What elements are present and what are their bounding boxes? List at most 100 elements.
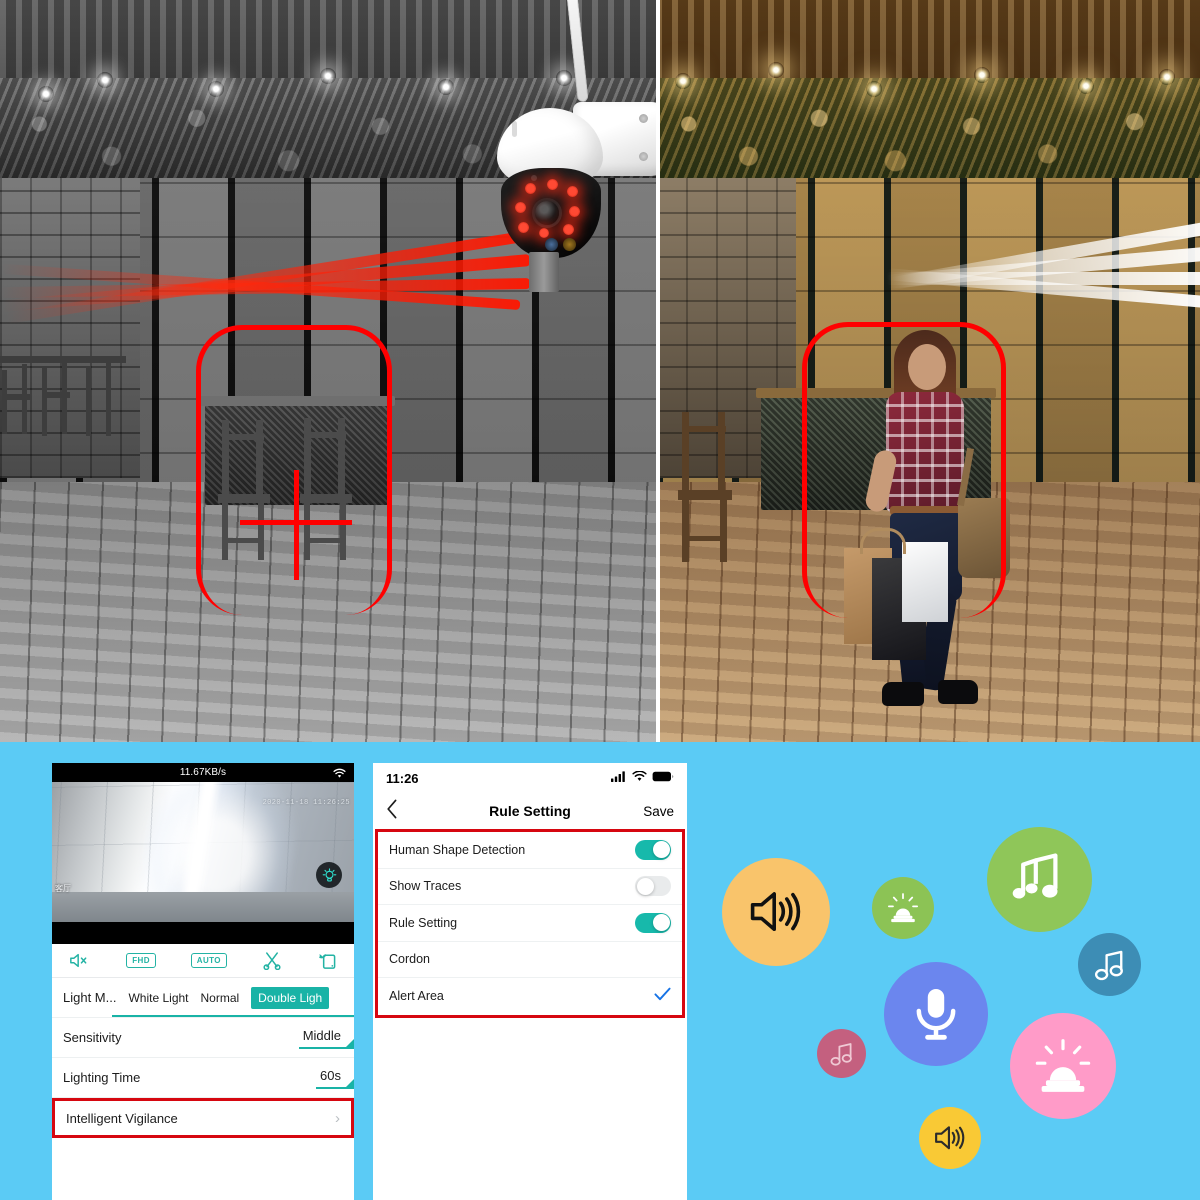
rule-control (635, 876, 671, 897)
phone-b-nav-bar: Rule Setting Save (373, 793, 687, 829)
camera-lens (535, 201, 559, 225)
siren-small-green (872, 877, 934, 939)
phone-screenshot-rule-setting: 11:26 Rule Setting Save Human Shape Dete… (373, 763, 687, 1200)
photo-divider (656, 0, 660, 742)
music-note-icon (829, 1041, 855, 1067)
phone-a-blank-tail (52, 1138, 354, 1164)
wifi-icon (632, 769, 647, 787)
setting-row-sensitivity[interactable]: Sensitivity Middle (52, 1018, 354, 1058)
camera-antenna (564, 0, 589, 103)
phone-screenshot-live-view: 11.67KB/s 2020-11-18 11:26:25 客厅 FHD AUT… (52, 763, 354, 1200)
light-mode-label: Light M... (63, 990, 117, 1005)
scene-color (656, 0, 1200, 742)
rule-row-alert-area[interactable]: Alert Area (378, 978, 682, 1015)
speaker-icon (934, 1125, 966, 1151)
night-vision-scene (0, 0, 656, 742)
rule-row-human-shape-detection[interactable]: Human Shape Detection (378, 832, 682, 869)
rule-label: Alert Area (389, 989, 444, 1004)
detection-zone-outline (802, 322, 1006, 618)
auto-mode-label: AUTO (190, 953, 227, 968)
signal-bars-icon (611, 769, 627, 787)
rule-row-show-traces[interactable]: Show Traces (378, 868, 682, 905)
dropdown-corner-icon (344, 1073, 354, 1089)
toggle-show-traces[interactable] (635, 876, 671, 897)
osd-room-label: 客厅 (55, 884, 71, 893)
lighting-time-value: 60s (320, 1067, 341, 1083)
light-mode-option-white[interactable]: White Light (128, 991, 188, 1005)
osd-timestamp: 2020-11-18 11:26:25 (262, 799, 350, 807)
siren-icon (887, 893, 919, 923)
rule-list-highlight-frame: Human Shape Detection Show Traces Rule S… (375, 829, 685, 1018)
chevron-right-icon: › (335, 1109, 340, 1127)
phone-a-status-bar: 11.67KB/s (52, 763, 354, 782)
rule-row-cordon[interactable]: Cordon (378, 941, 682, 978)
rule-label: Rule Setting (389, 915, 458, 930)
status-clock: 11:26 (386, 770, 419, 786)
lighting-time-label: Lighting Time (63, 1070, 141, 1085)
scissors-icon[interactable] (262, 948, 282, 974)
zone-crosshair-marker (240, 470, 352, 580)
auto-mode-badge[interactable]: AUTO (190, 948, 227, 974)
video-letterbox (52, 922, 354, 944)
intelligent-vigilance-label: Intelligent Vigilance (66, 1110, 178, 1126)
person-boot-front (938, 680, 978, 704)
rotate-flip-icon[interactable] (317, 948, 337, 974)
speaker-icon (749, 890, 803, 933)
setting-row-light-mode[interactable]: Light M... White Light Normal Double Lig… (52, 978, 354, 1018)
microphone-large-blue (884, 962, 988, 1066)
rule-control (635, 912, 671, 933)
music-note-icon (1093, 948, 1127, 982)
sensitivity-value-wrap[interactable]: Middle (298, 1027, 354, 1049)
resolution-badge-fhd[interactable]: FHD (126, 948, 156, 974)
setting-row-intelligent-vigilance[interactable]: Intelligent Vigilance › (52, 1098, 354, 1138)
setting-row-lighting-time[interactable]: Lighting Time 60s (52, 1058, 354, 1098)
rule-row-rule-setting[interactable]: Rule Setting (378, 905, 682, 942)
check-icon (654, 987, 671, 1006)
siren-large-pink (1010, 1013, 1116, 1119)
floor-edge (52, 892, 354, 922)
phone-b-body: 11:26 Rule Setting Save Human Shape Dete… (373, 763, 687, 1200)
scene-night (0, 0, 656, 742)
music-notes-icon (1012, 852, 1068, 908)
feature-bubble-cluster (700, 820, 1200, 1200)
toggle-rule-setting[interactable] (635, 912, 671, 933)
full-color-night-scene (656, 0, 1200, 742)
phone-b-status-bar: 11:26 (373, 763, 687, 793)
music-note-small-maroon (817, 1029, 866, 1078)
battery-icon (652, 769, 674, 787)
rule-label: Show Traces (389, 879, 462, 894)
rule-control (654, 987, 671, 1006)
person-boot-back (882, 682, 924, 706)
data-rate-label: 11.67KB/s (179, 767, 227, 778)
speaker-large-orange (722, 858, 830, 966)
product-photo-strip (0, 0, 1200, 742)
toggle-human-shape-detection[interactable] (635, 839, 671, 860)
dropdown-corner-icon (344, 1033, 354, 1049)
bar-stool (678, 412, 732, 562)
speaker-mute-icon[interactable] (69, 948, 91, 974)
rule-control (635, 839, 671, 860)
lighting-time-value-wrap[interactable]: 60s (316, 1067, 354, 1089)
page-title: Rule Setting (489, 803, 571, 819)
light-mode-option-normal[interactable]: Normal (201, 991, 240, 1005)
live-video-feed[interactable]: 2020-11-18 11:26:25 客厅 (52, 782, 354, 922)
save-button[interactable]: Save (643, 804, 674, 819)
app-ui-showcase-panel: 11.67KB/s 2020-11-18 11:26:25 客厅 FHD AUT… (0, 742, 1200, 1200)
camera-pole (529, 252, 559, 292)
rule-label: Cordon (389, 952, 430, 967)
music-notes-large-green (987, 827, 1092, 932)
camera-lens-face (501, 168, 601, 258)
rule-label: Human Shape Detection (389, 842, 526, 857)
light-mode-options: White Light Normal Double Ligh (128, 986, 330, 1009)
chevron-left-icon[interactable] (386, 799, 398, 824)
sensitivity-value: Middle (302, 1027, 341, 1043)
light-mode-option-double-selected[interactable]: Double Ligh (251, 986, 330, 1009)
ptz-camera-infrared (487, 0, 656, 292)
microphone-icon (908, 986, 964, 1042)
sensitivity-label: Sensitivity (63, 1030, 122, 1045)
light-mode-underline (112, 1015, 354, 1017)
resolution-label: FHD (126, 953, 156, 968)
light-bulb-icon[interactable] (316, 862, 342, 888)
music-note-blue (1078, 933, 1141, 996)
speaker-small-yellow (919, 1107, 981, 1169)
